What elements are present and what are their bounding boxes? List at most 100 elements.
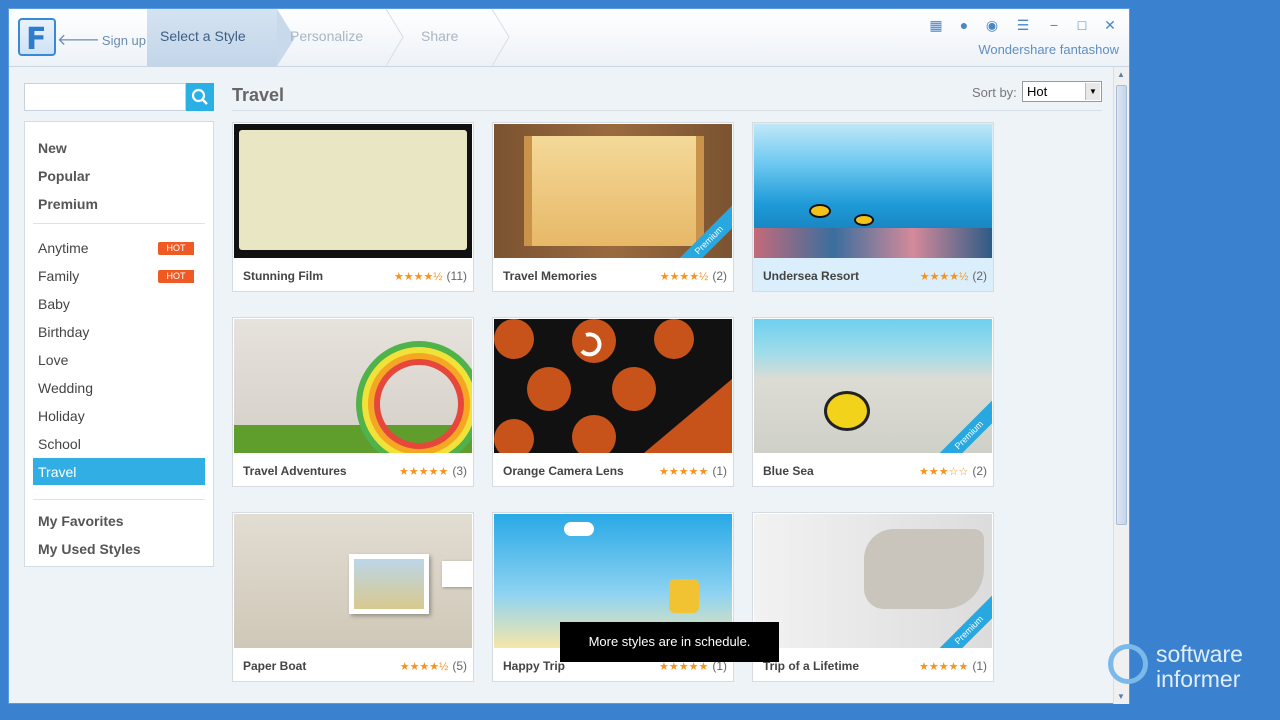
sidebar-divider <box>33 499 205 500</box>
sidebar-item-wedding[interactable]: Wedding <box>38 380 93 396</box>
sort-value: Hot <box>1027 84 1048 99</box>
sidebar-divider <box>33 223 205 224</box>
top-bar: F 🡐 Sign up Select a Style Personalize Sh… <box>9 9 1129 67</box>
scroll-down-icon[interactable]: ▼ <box>1117 692 1125 701</box>
sidebar-item-my-used-styles[interactable]: My Used Styles <box>38 541 141 557</box>
style-thumbnail <box>234 319 472 453</box>
style-rating: ★★★★½ (5) <box>400 659 467 673</box>
sidebar-item-premium[interactable]: Premium <box>38 196 98 212</box>
step-personalize[interactable]: Personalize <box>277 9 387 66</box>
sidebar-item-holiday[interactable]: Holiday <box>38 408 85 424</box>
step-separator-icon <box>386 9 404 66</box>
style-name: Paper Boat <box>243 659 307 673</box>
style-card-blue-sea[interactable]: Premium Blue Sea ★★★☆☆ (2) <box>752 317 994 487</box>
sidebar-item-family[interactable]: Family <box>38 268 79 284</box>
title-divider <box>232 110 1102 111</box>
rating-count: (3) <box>452 464 467 478</box>
rating-stars: ★★★★★ <box>399 466 449 478</box>
step-select-style-label: Select a Style <box>160 28 246 44</box>
step-share-label: Share <box>421 28 459 44</box>
rating-stars: ★★★☆☆ <box>919 466 969 478</box>
hot-badge: HOT <box>158 270 194 283</box>
style-rating: ★★★★½ (11) <box>394 269 467 283</box>
style-thumbnail: Premium <box>754 514 992 648</box>
window-controls: ▦ ● ◉ ☰ − □ ✕ <box>927 17 1119 34</box>
rating-count: (2) <box>712 269 727 283</box>
app-logo: F <box>18 18 56 57</box>
rating-stars: ★★★★½ <box>659 271 709 283</box>
style-card-travel-memories[interactable]: Premium Travel Memories ★★★★½ (2) <box>492 122 734 292</box>
sidebar-item-my-favorites[interactable]: My Favorites <box>38 513 124 529</box>
close-icon[interactable]: ✕ <box>1101 17 1119 34</box>
style-name: Travel Adventures <box>243 464 347 478</box>
step-select-style[interactable]: Select a Style <box>147 9 295 66</box>
menu-icon[interactable]: ☰ <box>1011 17 1035 34</box>
search-input[interactable] <box>24 83 186 111</box>
update-icon[interactable]: ● <box>955 17 973 34</box>
style-card-orange-camera-lens[interactable]: Orange Camera Lens ★★★★★ (1) <box>492 317 734 487</box>
style-rating: ★★★★★ (1) <box>919 659 987 673</box>
tooltip: More styles are in schedule. <box>560 622 779 662</box>
category-sidebar: New Popular Premium Anytime HOT Family H… <box>24 121 214 567</box>
sort-select[interactable]: Hot ▼ <box>1022 81 1102 102</box>
search-button[interactable] <box>186 83 214 111</box>
style-rating: ★★★★½ (2) <box>660 269 727 283</box>
sign-up-label: Sign up <box>101 33 146 48</box>
sidebar-item-birthday[interactable]: Birthday <box>38 324 89 340</box>
rating-stars: ★★★★½ <box>919 271 969 283</box>
maximize-icon[interactable]: □ <box>1073 17 1091 34</box>
watermark-line-1: software <box>1156 641 1243 667</box>
chat-icon[interactable]: ◉ <box>983 17 1001 34</box>
logo-letter: F <box>26 22 47 57</box>
scroll-up-icon[interactable]: ▲ <box>1117 70 1125 79</box>
orange-dots-image <box>494 319 732 453</box>
app-window: F 🡐 Sign up Select a Style Personalize Sh… <box>8 8 1130 704</box>
sidebar-item-school[interactable]: School <box>38 436 81 452</box>
style-name: Undersea Resort <box>763 269 860 283</box>
sidebar-item-anytime[interactable]: Anytime <box>38 240 89 256</box>
vertical-scrollbar[interactable]: ▲ ▼ <box>1113 67 1129 704</box>
hot-badge: HOT <box>158 242 194 255</box>
style-thumbnail: Premium <box>494 124 732 258</box>
step-separator-icon <box>492 9 510 66</box>
sidebar-item-travel[interactable]: Travel <box>33 458 205 485</box>
main-content: New Popular Premium Anytime HOT Family H… <box>9 67 1113 704</box>
rating-count: (1) <box>972 659 987 673</box>
style-thumbnail <box>234 514 472 648</box>
rating-stars: ★★★★★ <box>659 661 709 673</box>
category-title: Travel <box>232 85 285 105</box>
style-card-undersea-resort[interactable]: Undersea Resort ★★★★½ (2) <box>752 122 994 292</box>
step-share[interactable]: Share <box>403 9 503 66</box>
search-icon <box>191 88 208 105</box>
style-card-trip-of-a-lifetime[interactable]: Premium Trip of a Lifetime ★★★★★ (1) <box>752 512 994 682</box>
chevron-down-icon: ▼ <box>1085 83 1100 100</box>
style-thumbnail <box>494 319 732 453</box>
style-card-stunning-film[interactable]: Stunning Film ★★★★½ (11) <box>232 122 474 292</box>
style-name: Orange Camera Lens <box>503 464 624 478</box>
scrollbar-thumb[interactable] <box>1116 85 1127 525</box>
style-name: Stunning Film <box>243 269 323 283</box>
sidebar-item-love[interactable]: Love <box>38 352 68 368</box>
minimize-icon[interactable]: − <box>1045 17 1063 34</box>
gift-icon[interactable]: ▦ <box>927 17 945 34</box>
style-card-travel-adventures[interactable]: Travel Adventures ★★★★★ (3) <box>232 317 474 487</box>
sidebar-item-popular[interactable]: Popular <box>38 168 90 184</box>
sidebar-item-travel-label: Travel <box>38 464 77 480</box>
rating-count: (11) <box>446 269 467 283</box>
style-rating: ★★★★½ (2) <box>920 269 987 283</box>
style-thumbnail <box>234 124 472 258</box>
rating-stars: ★★★★★ <box>659 466 709 478</box>
rating-stars: ★★★★★ <box>919 661 969 673</box>
rating-count: (1) <box>712 464 727 478</box>
style-rating: ★★★★★ (1) <box>659 464 727 478</box>
sidebar-item-baby[interactable]: Baby <box>38 296 70 312</box>
sidebar-item-new[interactable]: New <box>38 140 67 156</box>
style-rating: ★★★☆☆ (2) <box>919 464 987 478</box>
style-card-paper-boat[interactable]: Paper Boat ★★★★½ (5) <box>232 512 474 682</box>
rating-count: (2) <box>972 269 987 283</box>
watermark-logo-icon <box>1108 644 1148 684</box>
rating-stars: ★★★★½ <box>393 271 443 283</box>
watermark-line-2: informer <box>1156 666 1241 692</box>
style-name: Blue Sea <box>763 464 814 478</box>
sign-up-link[interactable]: 🡐 Sign up <box>57 29 146 50</box>
